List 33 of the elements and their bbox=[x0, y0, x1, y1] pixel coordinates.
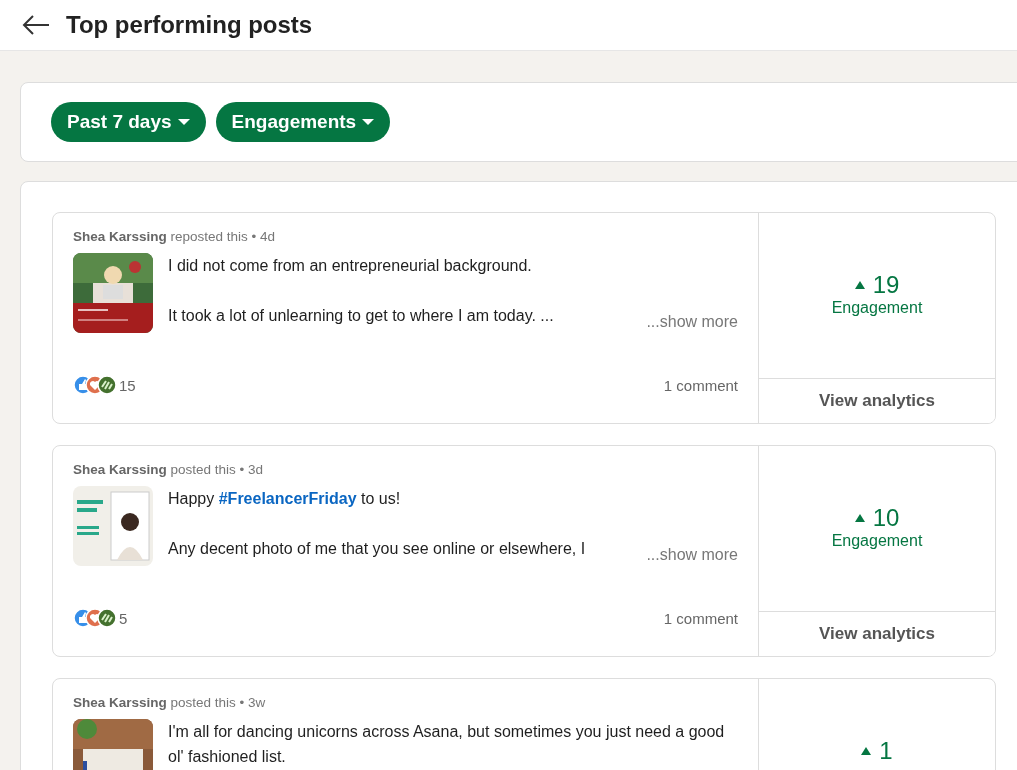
post-byline: Shea Karssing posted this • 3w bbox=[73, 695, 267, 710]
view-analytics-button[interactable]: View analytics bbox=[759, 611, 995, 656]
reaction-count[interactable]: 5 bbox=[119, 609, 128, 627]
reactions-icon bbox=[73, 608, 117, 628]
engagement-count: 19 bbox=[872, 271, 900, 299]
engagement-count: 10 bbox=[872, 504, 900, 532]
engagement-count: 1 bbox=[879, 737, 893, 765]
engagement-label: Engagement bbox=[831, 532, 923, 550]
post-byline: Shea Karssing posted this • 3d bbox=[73, 462, 265, 477]
show-more-link[interactable]: ...show more bbox=[636, 546, 738, 566]
reactions-icon bbox=[73, 375, 117, 395]
post-text: It took a lot of unlearning to get to where I am today. ... bbox=[168, 306, 555, 326]
show-more-link[interactable]: ...show more bbox=[636, 313, 738, 333]
post-text: I did not come from an entrepreneurial background. bbox=[168, 256, 533, 276]
filter-dropdown[interactable]: Engagements bbox=[215, 102, 391, 142]
comment-count[interactable]: 1 comment bbox=[663, 376, 738, 394]
back-arrow-icon[interactable] bbox=[22, 15, 50, 35]
caret-icon bbox=[177, 119, 190, 125]
post-byline: Shea Karssing reposted this • 4d bbox=[73, 229, 277, 244]
hashtag-link[interactable]: #FreelancerFriday bbox=[218, 490, 357, 507]
comment-count[interactable]: 1 comment bbox=[663, 609, 738, 627]
filter-dropdown[interactable]: Past 7 days bbox=[51, 102, 206, 142]
post-text: Any decent photo of me that you see online or elsewhere, I bbox=[168, 539, 587, 559]
page-title: Top performing posts bbox=[66, 11, 313, 39]
up-triangle-icon bbox=[861, 747, 872, 755]
engagement-label: Engagement bbox=[831, 299, 923, 317]
reaction-count[interactable]: 15 bbox=[119, 376, 136, 394]
up-triangle-icon bbox=[854, 281, 865, 289]
up-triangle-icon bbox=[854, 514, 865, 522]
caret-icon bbox=[362, 119, 375, 125]
post-text: Happy #FreelancerFriday to us! bbox=[168, 489, 402, 509]
post-text: I'm all for dancing unicorns across Asana, but sometimes you just need a good ol' fashioned list. bbox=[168, 722, 726, 767]
view-analytics-button[interactable]: View analytics bbox=[759, 378, 995, 423]
